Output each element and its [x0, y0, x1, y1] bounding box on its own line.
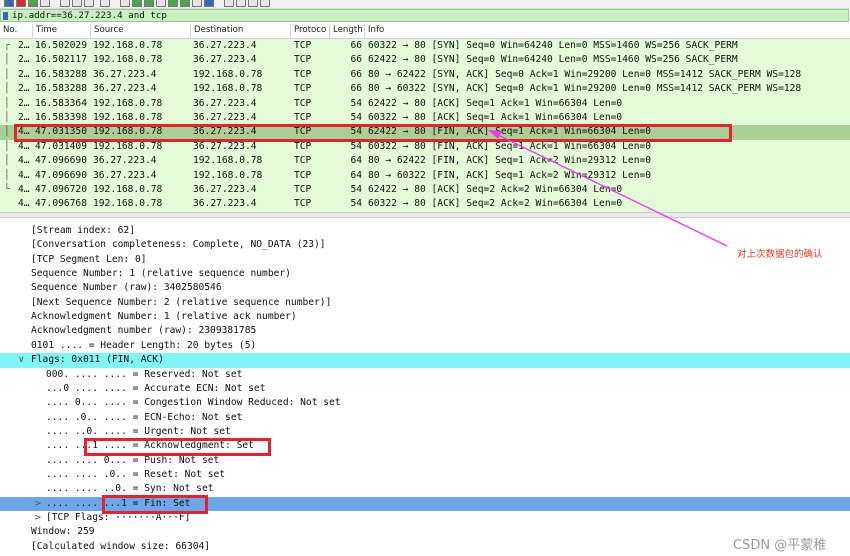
annotation-text: 对上次数据包的确认: [737, 249, 823, 260]
annotation-arrow: [488, 130, 728, 247]
watermark: CSDN @平蒙稚: [733, 538, 827, 553]
